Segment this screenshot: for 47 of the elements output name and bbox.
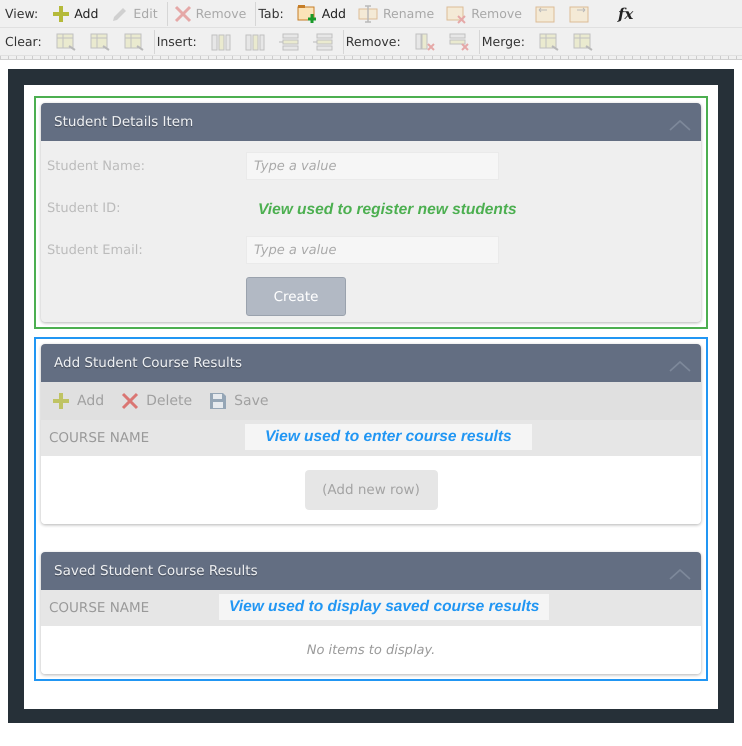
- toolbar-button[interactable]: Add: [51, 391, 104, 411]
- columns-icon: [244, 32, 266, 52]
- panel-title: Student Details Item: [54, 114, 194, 130]
- collapse-icon[interactable]: [669, 568, 691, 580]
- folder-plus-icon: [296, 4, 319, 24]
- column-header: COURSE NAME: [49, 430, 150, 446]
- save-icon: [208, 391, 228, 411]
- table-icon: [88, 32, 111, 52]
- panel-title: Add Student Course Results: [54, 355, 242, 371]
- collapse-icon[interactable]: [669, 360, 691, 372]
- table-icon: [122, 32, 145, 52]
- toolbar-button[interactable]: Add: [294, 2, 349, 24]
- toolbar-button[interactable]: Save: [208, 391, 268, 411]
- panel-title: Saved Student Course Results: [54, 563, 258, 579]
- rows-icon: [278, 32, 300, 52]
- input-field[interactable]: Type a value: [246, 152, 499, 180]
- formula-button[interactable]: fx: [614, 4, 636, 24]
- columns-icon: [210, 32, 232, 52]
- input-field[interactable]: Type a value: [246, 236, 499, 264]
- add-row-button[interactable]: (Add new row): [304, 470, 438, 510]
- plus-icon: [51, 4, 72, 24]
- table-icon: [538, 32, 560, 52]
- collapse-icon[interactable]: [669, 119, 691, 131]
- rows-icon: [312, 32, 334, 52]
- plus-icon: [51, 391, 71, 411]
- toolbar-button[interactable]: Delete: [120, 391, 192, 411]
- annotation-note: View used to enter course results: [245, 424, 532, 450]
- annotation-note: View used to register new students: [257, 200, 518, 220]
- table-icon: [54, 32, 77, 52]
- column-header: COURSE NAME: [49, 600, 150, 616]
- folder-cross-icon: [446, 4, 468, 24]
- toolbar-label: Tab:: [258, 6, 284, 21]
- toolbar-button[interactable]: Add: [48, 2, 102, 24]
- toolbar-label: Merge:: [482, 34, 525, 49]
- rename-icon: [358, 4, 380, 24]
- create-button[interactable]: Create: [246, 277, 346, 316]
- toolbar-label: View:: [5, 6, 38, 21]
- rows-cross-icon: [448, 32, 470, 52]
- table-icon: [572, 32, 594, 52]
- empty-message: No items to display.: [306, 642, 436, 658]
- cross-icon: [172, 4, 193, 24]
- toolbar-label: Remove:: [346, 34, 401, 49]
- cross-icon: [120, 391, 140, 411]
- columns-cross-icon: [414, 32, 436, 52]
- annotation-note: View used to display saved course results: [219, 594, 550, 620]
- toolbar-label: Insert:: [156, 34, 197, 49]
- toolbar-label: Clear:: [5, 34, 42, 49]
